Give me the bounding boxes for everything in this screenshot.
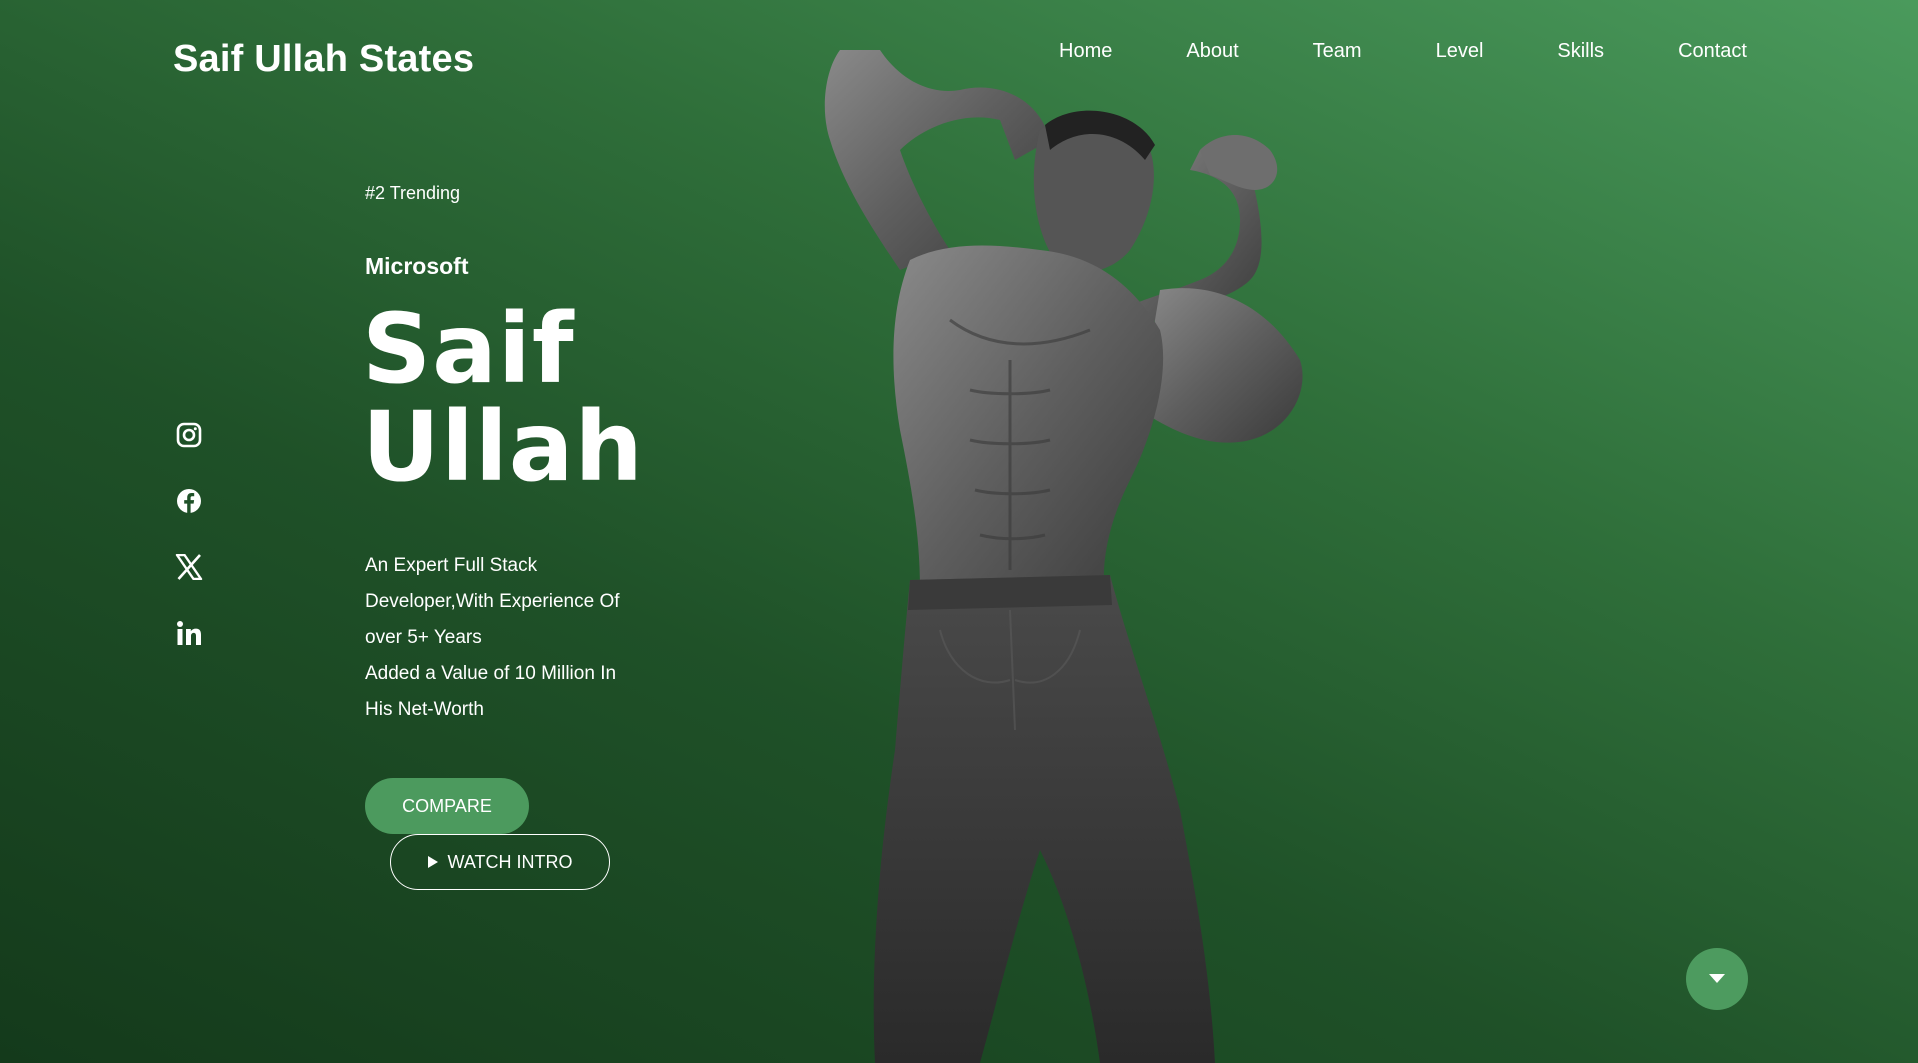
social-links xyxy=(174,420,204,684)
description-line: Added a Value of 10 Million In xyxy=(365,663,617,684)
hero-title-line1: Saif xyxy=(362,293,575,405)
chevron-down-icon xyxy=(1709,974,1725,983)
hero-person-image xyxy=(824,50,1303,1063)
scroll-down-button[interactable] xyxy=(1686,948,1748,1010)
trending-badge: #2 Trending xyxy=(365,183,461,203)
play-icon xyxy=(427,856,438,868)
description-line: An Expert Full Stack xyxy=(365,555,538,576)
watch-intro-label: WATCH INTRO xyxy=(447,851,573,872)
instagram-icon[interactable] xyxy=(174,420,204,450)
hero-title-line2: Ullah xyxy=(362,391,644,503)
linkedin-icon[interactable] xyxy=(174,618,204,648)
nav-skills[interactable]: Skills xyxy=(1557,40,1604,63)
hero-title: Saif Ullah xyxy=(362,300,644,496)
description-line: His Net-Worth xyxy=(365,699,484,720)
compare-button[interactable]: COMPARE xyxy=(365,778,529,834)
description-line: Developer,With Experience Of xyxy=(365,591,620,612)
facebook-icon[interactable] xyxy=(174,486,204,516)
description-line: over 5+ Years xyxy=(365,627,482,648)
site-logo[interactable]: Saif Ullah States xyxy=(173,38,474,81)
x-icon[interactable] xyxy=(174,552,204,582)
watch-intro-button[interactable]: WATCH INTRO xyxy=(390,834,610,890)
company-label: Microsoft xyxy=(365,253,469,279)
nav-contact[interactable]: Contact xyxy=(1678,40,1747,63)
hero-description: An Expert Full Stack Developer,With Expe… xyxy=(365,548,655,728)
